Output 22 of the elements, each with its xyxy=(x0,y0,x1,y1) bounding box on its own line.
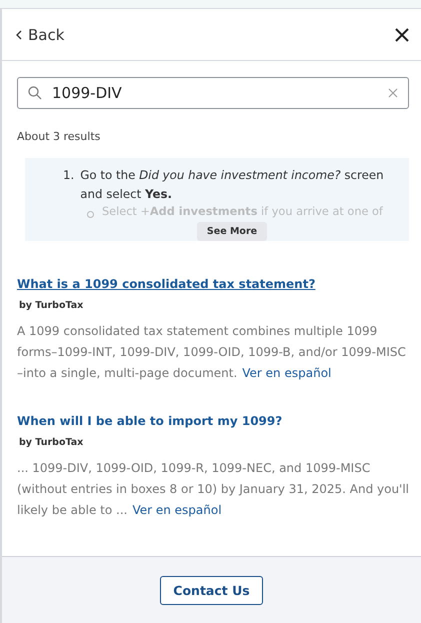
result-title-link[interactable]: What is a 1099 consolidated tax statement? xyxy=(17,277,316,291)
result-title-link[interactable]: When will I be able to import my 1099? xyxy=(17,414,282,428)
close-button[interactable] xyxy=(395,28,409,42)
spanish-link[interactable]: Ver en español xyxy=(242,366,332,380)
search-bar[interactable]: 1099-DIV xyxy=(17,77,409,109)
snippet-text: Go to the Did you have investment income? screen and select Yes. xyxy=(80,167,385,203)
back-button[interactable]: Back xyxy=(16,26,64,44)
search-icon xyxy=(28,86,42,100)
clear-button[interactable] xyxy=(388,88,398,98)
bullet-icon xyxy=(87,211,94,218)
result-author: by TurboTax xyxy=(19,300,84,311)
contact-us-button[interactable]: Contact Us xyxy=(160,576,263,604)
result-summary: A 1099 consolidated tax statement combines multiple 1099 forms–1099-INT, 1099-DIV, 1099-OID, 1099-B, and/or 1099-MISC –into a single, multi-page document. Ver en español xyxy=(17,323,407,382)
list-number: 1. xyxy=(63,167,74,184)
result-count: About 3 results xyxy=(17,130,102,143)
result-summary: ... 1099-DIV, 1099-OID, 1099-R, 1099-NEC, and 1099-MISC (without entries in boxes 8 or 10) by January 31, 2025. And you'll likely be able to ... Ver en español xyxy=(17,460,409,519)
spanish-link[interactable]: Ver en español xyxy=(132,503,222,517)
see-more-button[interactable]: See More xyxy=(196,222,268,241)
snippet-text: Select +Add investments if you arrive at one of xyxy=(102,204,383,220)
search-input[interactable]: 1099-DIV xyxy=(52,84,378,102)
result-author: by TurboTax xyxy=(19,437,84,448)
chevron-left-icon xyxy=(16,30,22,40)
